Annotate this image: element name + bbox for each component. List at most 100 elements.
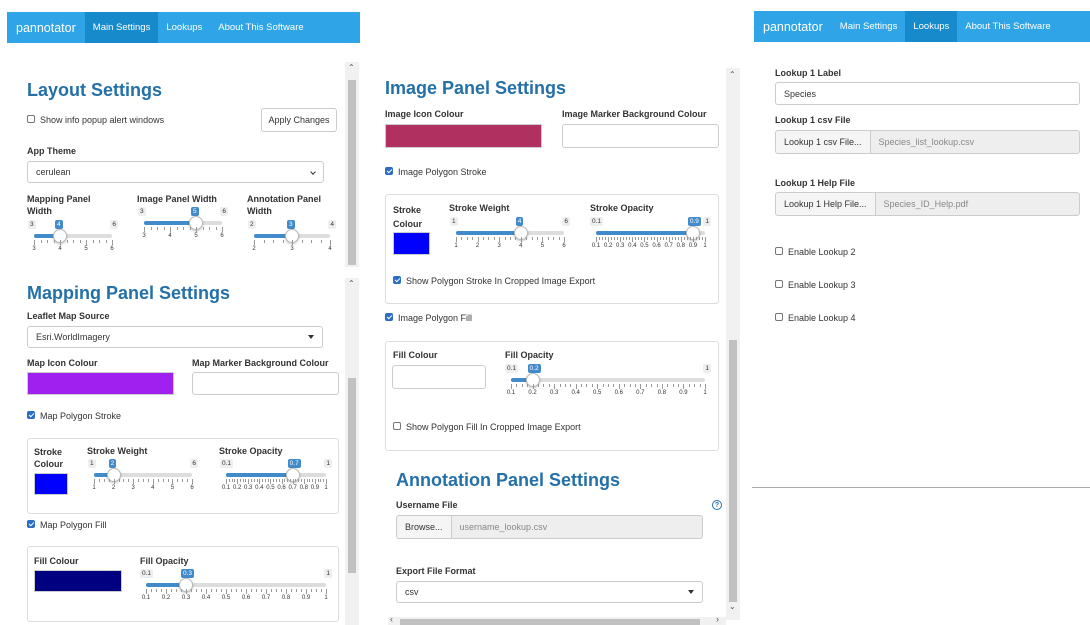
tab-main-settings[interactable]: Main Settings (84, 12, 159, 43)
slider-tick (493, 237, 495, 240)
map-icon-colour-swatch[interactable] (27, 372, 174, 395)
slider-tick (317, 479, 319, 482)
map-stroke-checkbox-row[interactable]: Map Polygon Stroke (27, 411, 121, 421)
slider-tick (292, 240, 293, 245)
slider-tick (73, 240, 74, 243)
image-stroke-opacity-slider[interactable]: 0.1 1 0.9 0.1 0.2 0.3 0.4 0.5 0.6 0.7 0.8 0.9 1 (590, 217, 711, 257)
username-file-input[interactable]: Browse... username_lookup.csv (396, 515, 703, 539)
slider-tick (191, 589, 192, 592)
image-stroke-checkbox-row[interactable]: Image Polygon Stroke (385, 167, 487, 177)
show-fill-row[interactable]: Show Polygon Fill In Cropped Image Expor… (393, 422, 581, 432)
tab-main-settings[interactable]: Main Settings (832, 11, 906, 42)
right-divider (752, 487, 1090, 488)
lookup1-help-input[interactable]: Lookup 1 Help File... Species_ID_Help.pd… (775, 192, 1080, 216)
image-settings-title: Image Panel Settings (385, 78, 567, 98)
app-theme-select[interactable]: cerulean (27, 161, 324, 183)
image-fill-checkbox[interactable] (385, 313, 393, 321)
image-width-slider[interactable]: 3 6 5 3 4 5 6 (138, 207, 228, 243)
enable-lookup4-checkbox[interactable] (775, 313, 783, 321)
annotation-width-slider[interactable]: 2 4 3 2 3 4 (248, 220, 336, 256)
tab-about[interactable]: About This Software (957, 11, 1058, 42)
slider-tick (143, 479, 144, 482)
lookup1-csv-input[interactable]: Lookup 1 csv File... Species_list_lookup… (775, 130, 1080, 154)
scroll-left-icon[interactable]: ‹ (390, 614, 393, 624)
map-fill-opacity-slider[interactable]: 0.1 1 0.3 0.1 0.2 0.3 0.4 0.5 0.6 0.7 0.8 0.9 1 (140, 569, 332, 605)
map-stroke-colour-swatch[interactable] (34, 473, 68, 495)
scroll-up-icon[interactable]: ⌃ (348, 279, 355, 288)
map-fill-checkbox[interactable] (27, 520, 35, 528)
left-scrollbar-bottom[interactable] (345, 278, 359, 625)
image-fill-opacity-slider[interactable]: 0.1 1 0.2 0.1 0.2 0.3 0.4 0.5 0.6 0.7 0.8 0.9 1 (505, 364, 711, 404)
enable-lookup3-checkbox[interactable] (775, 280, 783, 288)
slider-tick-label: 0.7 (664, 243, 673, 249)
slider-tick (683, 237, 685, 240)
help-icon[interactable]: ? (712, 500, 722, 510)
map-marker-bg-input[interactable] (192, 372, 339, 395)
slider-tick-label: 0.7 (288, 485, 297, 491)
slider-tick-label: 1 (324, 595, 328, 601)
slider-tick-label: 0.3 (549, 390, 559, 396)
popup-checkbox-row[interactable]: Show info popup alert windows (27, 115, 164, 125)
tab-lookups[interactable]: Lookups (905, 11, 958, 42)
show-stroke-checkbox[interactable] (393, 276, 401, 284)
brand-title[interactable]: pannotator (754, 20, 832, 34)
show-fill-checkbox[interactable] (393, 422, 401, 430)
map-stroke-opacity-label: Stroke Opacity (219, 446, 283, 456)
left-scrollbar-top[interactable] (345, 62, 359, 267)
slider-tick (617, 237, 619, 240)
scroll-up-icon[interactable]: ⌃ (729, 70, 736, 79)
slider-min-label: 2 (248, 220, 256, 229)
slider-tick (181, 589, 182, 592)
apply-changes-button[interactable]: Apply Changes (261, 108, 337, 132)
image-stroke-colour-swatch[interactable] (393, 232, 430, 255)
mapping-width-slider[interactable]: 3 6 4 3 4 5 6 (28, 220, 118, 256)
slider-tick (166, 589, 167, 594)
scroll-right-icon[interactable]: › (716, 614, 719, 624)
image-marker-bg-input[interactable] (562, 124, 719, 148)
export-format-select[interactable]: csv (396, 581, 703, 603)
slider-min-label: 1 (450, 217, 458, 226)
map-fill-colour-swatch[interactable] (34, 570, 122, 592)
image-fill-checkbox-row[interactable]: Image Polygon Fill (385, 313, 472, 323)
popup-checkbox[interactable] (27, 115, 35, 123)
image-stroke-weight-slider[interactable]: 1 6 4 1 2 3 4 5 6 (450, 217, 570, 257)
scroll-thumb[interactable] (400, 619, 700, 625)
tab-lookups[interactable]: Lookups (158, 12, 210, 43)
scroll-thumb[interactable] (729, 340, 737, 602)
scroll-up-icon[interactable]: ⌃ (348, 63, 355, 72)
lookup1-csv-button[interactable]: Lookup 1 csv File... (775, 130, 871, 154)
tab-about[interactable]: About This Software (210, 12, 311, 43)
slider-tick (221, 589, 222, 592)
image-icon-colour-swatch[interactable] (385, 124, 542, 148)
export-format-value: csv (405, 587, 419, 597)
scroll-thumb[interactable] (348, 80, 356, 265)
map-stroke-checkbox[interactable] (27, 411, 35, 419)
enable-lookup4-row[interactable]: Enable Lookup 4 (775, 313, 856, 323)
lookup1-label-input[interactable]: Species (775, 82, 1080, 105)
slider-min-label: 0.1 (590, 217, 604, 226)
slider-tick (281, 479, 283, 484)
map-stroke-weight-slider[interactable]: 1 6 2 1 2 3 4 5 6 (88, 459, 198, 495)
image-fill-colour-input[interactable] (392, 365, 486, 389)
slider-tick (226, 589, 227, 594)
scroll-thumb[interactable] (348, 378, 356, 573)
map-source-select[interactable]: Esri.WorldImagery (27, 326, 323, 348)
enable-lookup3-row[interactable]: Enable Lookup 3 (775, 280, 856, 290)
lookup1-help-button[interactable]: Lookup 1 Help File... (775, 192, 876, 216)
scroll-down-icon[interactable]: ⌄ (729, 602, 736, 611)
middle-horizontal-scrollbar[interactable] (388, 617, 726, 625)
slider-tick (499, 237, 501, 242)
brand-title[interactable]: pannotator (7, 21, 85, 35)
slider-tick (172, 479, 174, 484)
slider-tick (699, 384, 701, 387)
show-stroke-row[interactable]: Show Polygon Stroke In Cropped Image Exp… (393, 276, 595, 286)
enable-lookup2-checkbox[interactable] (775, 247, 783, 255)
browse-button[interactable]: Browse... (396, 515, 452, 539)
map-stroke-opacity-slider[interactable]: 0.1 1 0.7 0.1 0.2 0.3 0.4 0.5 0.6 0.7 0.8 0.9 1 (220, 459, 332, 495)
map-fill-checkbox-row[interactable]: Map Polygon Fill (27, 520, 107, 530)
image-stroke-checkbox[interactable] (385, 167, 393, 175)
slider-tick (626, 237, 628, 240)
slider-min-label: 0.1 (140, 569, 154, 578)
middle-vertical-scrollbar[interactable] (726, 68, 740, 620)
enable-lookup2-row[interactable]: Enable Lookup 2 (775, 247, 856, 257)
